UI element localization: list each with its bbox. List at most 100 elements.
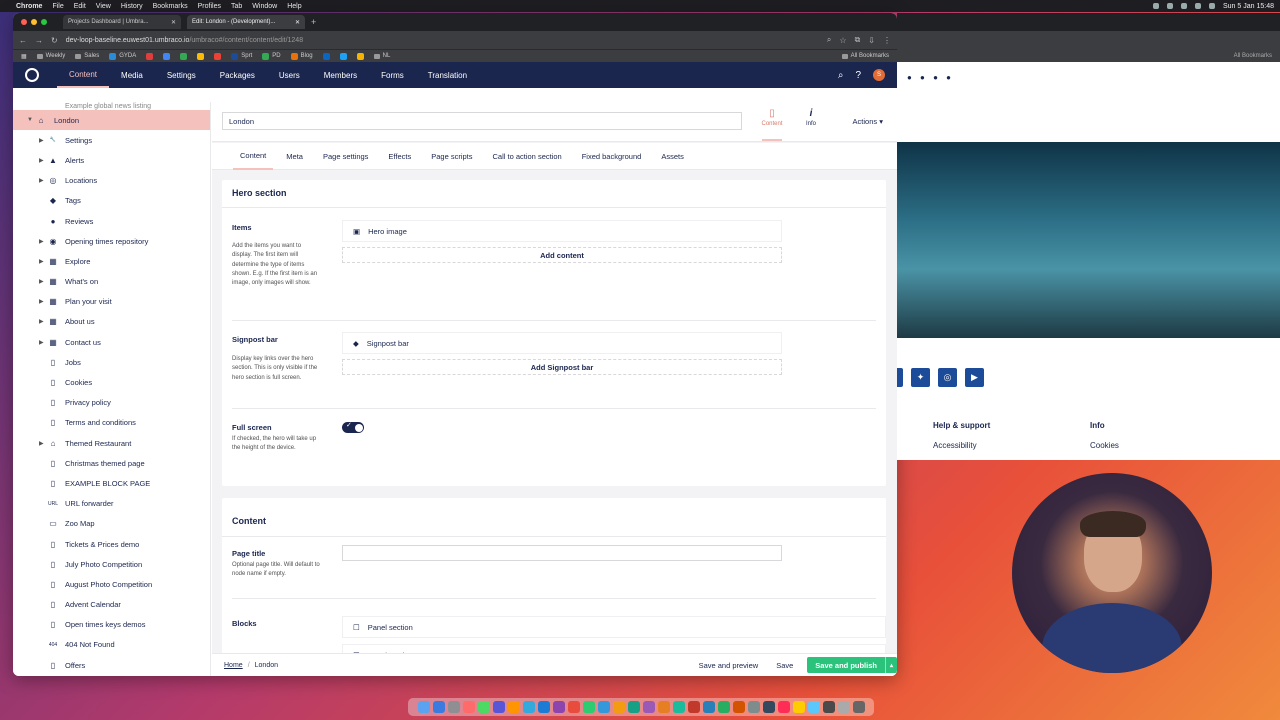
accessibility-link[interactable]: Accessibility	[933, 441, 977, 450]
close-window-button[interactable]	[21, 19, 27, 25]
bookmark-favicon-icon[interactable]	[163, 52, 171, 60]
section-content[interactable]: Content	[57, 62, 110, 88]
caret-up-icon[interactable]: ▴	[884, 657, 897, 673]
bookmark-favicon-icon[interactable]	[356, 52, 364, 60]
dock-app-icon[interactable]	[462, 701, 475, 713]
tree-item-advent-calendar[interactable]: ▯ Advent Calendar	[13, 595, 210, 615]
extensions-icon[interactable]: ⧉	[855, 35, 861, 45]
twitter-icon[interactable]: ✦	[911, 368, 930, 387]
tree-item-explore[interactable]: ▶ ▦ Explore	[13, 251, 210, 271]
minimize-window-button[interactable]	[31, 19, 37, 25]
caret-right-icon[interactable]: ▶	[39, 157, 44, 164]
instagram-icon[interactable]: ◎	[938, 368, 957, 387]
tree-item-plan-your-visit[interactable]: ▶ ▦ Plan your visit	[13, 292, 210, 312]
dock-app-icon[interactable]	[492, 701, 505, 713]
chrome-menu-icon[interactable]: ⋮	[883, 36, 891, 45]
dock-app-icon[interactable]	[612, 701, 625, 713]
dock-app-icon[interactable]	[522, 701, 535, 713]
tree-item-alerts[interactable]: ▶ ▲ Alerts	[13, 150, 210, 170]
apps-icon[interactable]: ▦	[21, 53, 27, 60]
tree-item-tickets-prices-demo[interactable]: ▯ Tickets & Prices demo	[13, 534, 210, 554]
tab-call-to-action[interactable]: Call to action section	[486, 143, 569, 170]
dock-app-icon[interactable]	[687, 701, 700, 713]
bookmark-weekly[interactable]: Weekly	[36, 53, 65, 59]
section-members[interactable]: Members	[312, 62, 369, 88]
dock-app-icon[interactable]	[717, 701, 730, 713]
dock-app-icon[interactable]	[747, 701, 760, 713]
bookmark-gyda[interactable]: GYDA	[109, 52, 136, 60]
bookmark-blog[interactable]: Blog	[290, 52, 313, 60]
save-and-publish-button[interactable]: Save and publish ▴	[807, 657, 897, 673]
bookmark-star-icon[interactable]: ☆	[839, 36, 846, 45]
actions-button[interactable]: Actions ▾	[853, 117, 883, 126]
dock-app-icon[interactable]	[657, 701, 670, 713]
tree-item-example-block-page[interactable]: ▯ EXAMPLE BLOCK PAGE	[13, 473, 210, 493]
tree-item-about-us[interactable]: ▶ ▦ About us	[13, 312, 210, 332]
tree-item-opening-times-repository[interactable]: ▶ ◉ Opening times repository	[13, 231, 210, 251]
node-name-input[interactable]	[222, 112, 742, 130]
bookmark-sales[interactable]: Sales	[75, 53, 99, 59]
search-icon[interactable]	[1209, 3, 1215, 9]
dock-app-icon[interactable]	[417, 701, 430, 713]
dock-app-icon[interactable]	[852, 701, 865, 713]
breadcrumb-home[interactable]: Home	[224, 662, 243, 669]
dock-app-icon[interactable]	[567, 701, 580, 713]
dock-app-icon[interactable]	[702, 701, 715, 713]
menubar-item-file[interactable]: File	[52, 3, 63, 10]
dock-app-icon[interactable]	[627, 701, 640, 713]
full-screen-toggle[interactable]: ✓	[342, 422, 364, 433]
menubar-item-bookmarks[interactable]: Bookmarks	[153, 3, 188, 10]
bookmark-favicon-icon[interactable]	[322, 52, 330, 60]
tree-item-404-not-found[interactable]: 404 404 Not Found	[13, 635, 210, 655]
help-icon[interactable]: ?	[855, 70, 861, 81]
browser-tab-projects[interactable]: Projects Dashboard | Umbra... ✕	[63, 15, 181, 29]
dock-app-icon[interactable]	[642, 701, 655, 713]
dock-app-icon[interactable]	[477, 701, 490, 713]
bookmark-favicon-icon[interactable]	[339, 52, 347, 60]
tree-item-london[interactable]: ▼ ⌂ London	[13, 110, 210, 131]
hero-image-block[interactable]: ▣ Hero image	[342, 220, 782, 242]
section-media[interactable]: Media	[109, 62, 155, 88]
menubar-item-window[interactable]: Window	[252, 3, 277, 10]
bookmark-nl[interactable]: NL	[373, 53, 390, 59]
tree-item-cookies[interactable]: ▯ Cookies	[13, 372, 210, 392]
wifi-icon[interactable]	[1181, 3, 1187, 9]
caret-right-icon[interactable]: ▶	[39, 298, 44, 305]
cookies-link[interactable]: Cookies	[1090, 441, 1119, 450]
menubar-item-tab[interactable]: Tab	[231, 3, 242, 10]
search-icon[interactable]: ⌕	[838, 70, 844, 81]
dock-app-icon[interactable]	[447, 701, 460, 713]
tree-item-locations[interactable]: ▶ ◎ Locations	[13, 171, 210, 191]
reload-icon[interactable]: ↻	[51, 36, 58, 45]
tree-item-partial[interactable]: Example global news listing	[13, 102, 210, 110]
caret-right-icon[interactable]: ▶	[39, 339, 44, 346]
close-tab-icon[interactable]: ✕	[171, 19, 176, 26]
tree-item-url-forwarder[interactable]: URL URL forwarder	[13, 494, 210, 514]
app-info-tab[interactable]: i Info	[796, 108, 826, 127]
dock-app-icon[interactable]	[807, 701, 820, 713]
tab-content[interactable]: Content	[233, 143, 274, 170]
dock-app-icon[interactable]	[537, 701, 550, 713]
menubar-item-history[interactable]: History	[121, 3, 143, 10]
forward-icon[interactable]: →	[35, 36, 43, 45]
caret-right-icon[interactable]: ▶	[39, 440, 44, 447]
tree-item-terms-and-conditions[interactable]: ▯ Terms and conditions	[13, 413, 210, 433]
tab-assets[interactable]: Assets	[654, 143, 691, 170]
caret-right-icon[interactable]: ▶	[39, 238, 44, 245]
caret-down-icon[interactable]: ▼	[27, 117, 33, 123]
section-users[interactable]: Users	[267, 62, 312, 88]
app-content-tab[interactable]: ▯ Content	[757, 108, 787, 141]
youtube-icon[interactable]: ▶	[965, 368, 984, 387]
signpost-bar-block[interactable]: ◆ Signpost bar	[342, 332, 782, 354]
maximize-window-button[interactable]	[41, 19, 47, 25]
url-field[interactable]: dev-loop-baseline.euwest01.umbraco.io/um…	[66, 37, 819, 44]
menubar-item-view[interactable]: View	[96, 3, 111, 10]
dock-app-icon[interactable]	[597, 701, 610, 713]
caret-right-icon[interactable]: ▶	[39, 318, 44, 325]
dock-app-icon[interactable]	[732, 701, 745, 713]
section-settings[interactable]: Settings	[155, 62, 208, 88]
status-icon[interactable]	[1153, 3, 1159, 9]
new-tab-button[interactable]: +	[311, 17, 316, 27]
dock-app-icon[interactable]	[777, 701, 790, 713]
caret-right-icon[interactable]: ▶	[39, 278, 44, 285]
